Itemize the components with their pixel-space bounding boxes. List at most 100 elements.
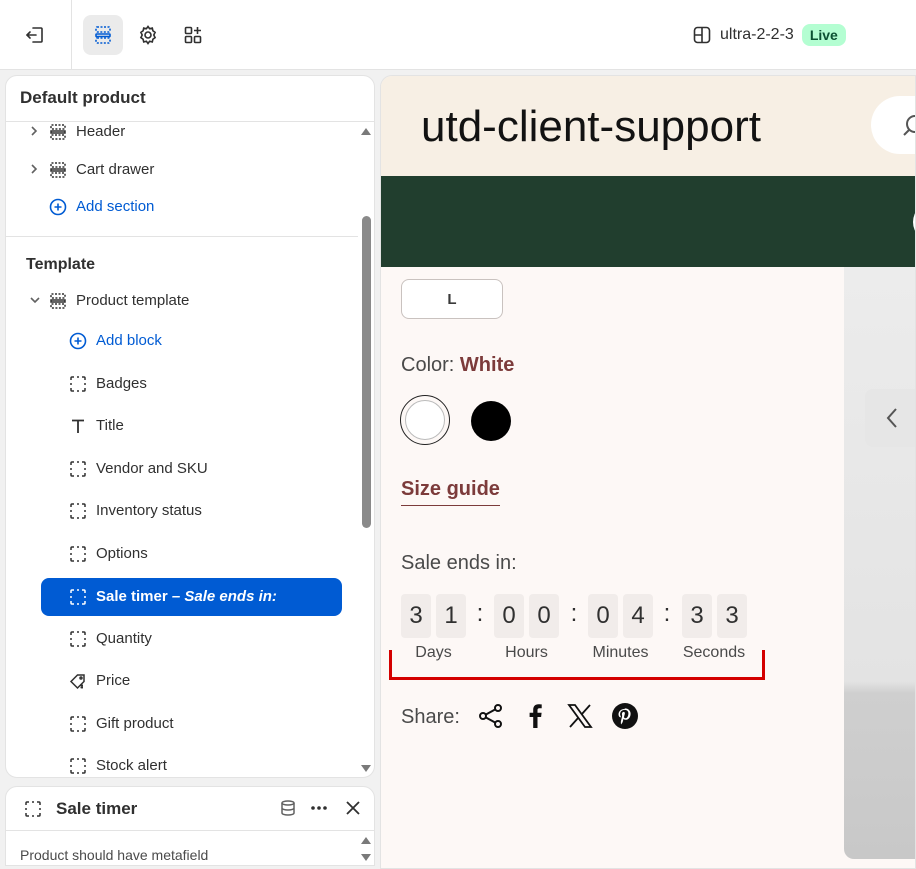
storefront-preview: utd-client-support L Color: White Size g… — [380, 75, 916, 869]
apps-button[interactable] — [173, 15, 213, 55]
size-option-button[interactable]: L — [401, 279, 503, 319]
sections-icon — [95, 26, 111, 44]
block-label: Stock alert — [96, 757, 167, 774]
highlight-annotation — [389, 650, 765, 680]
block-item-sale-timer[interactable]: Sale timer – Sale ends in: — [41, 578, 342, 616]
timer-digit: 3 — [682, 594, 712, 638]
block-item-badges[interactable]: Badges — [6, 367, 356, 401]
more-options-icon[interactable] — [309, 799, 329, 817]
chevron-left-icon — [886, 408, 897, 428]
timer-digit: 4 — [623, 594, 653, 638]
exit-button[interactable] — [15, 15, 55, 55]
page-title: Default product — [20, 88, 146, 107]
block-settings-description: Product should have metafield — [20, 847, 209, 863]
theme-settings-button[interactable] — [128, 15, 168, 55]
scroll-down-arrow-icon[interactable] — [360, 764, 372, 774]
live-status-badge: Live — [801, 24, 846, 46]
exit-icon — [26, 27, 43, 43]
block-label: Badges — [96, 375, 147, 392]
block-item-options[interactable]: Options — [6, 537, 356, 571]
scroll-down-arrow-icon[interactable] — [360, 853, 372, 863]
scroll-up-arrow-icon[interactable] — [360, 835, 372, 845]
add-section-button[interactable]: Add section — [6, 190, 356, 224]
section-label: Header — [76, 123, 126, 140]
color-swatch-black[interactable] — [471, 401, 511, 441]
app-blocks-icon — [184, 26, 202, 44]
size-guide-link[interactable]: Size guide — [401, 478, 500, 506]
section-item-product-template[interactable]: Product template — [6, 284, 356, 318]
block-icon — [70, 758, 86, 774]
database-icon[interactable] — [279, 799, 297, 817]
price-tag-icon — [69, 674, 85, 690]
block-icon — [25, 801, 41, 817]
block-item-title[interactable]: Title — [6, 409, 356, 443]
timer-digit: 0 — [529, 594, 559, 638]
section-item-cart-drawer[interactable]: Cart drawer — [6, 153, 356, 187]
block-icon — [70, 589, 86, 605]
block-item-vendor-and-sku[interactable]: Vendor and SKU — [6, 452, 356, 486]
sections-button[interactable] — [83, 15, 123, 55]
gallery-previous-button[interactable] — [865, 389, 915, 447]
timer-separator: : — [476, 600, 484, 627]
block-item-price[interactable]: Price — [6, 664, 356, 698]
template-heading: Template — [26, 256, 96, 273]
chevron-down-icon — [30, 297, 40, 304]
sale-timer-heading: Sale ends in: — [401, 552, 517, 574]
block-icon — [70, 503, 86, 519]
close-icon[interactable] — [345, 800, 361, 816]
block-icon — [70, 631, 86, 647]
block-label: Quantity — [96, 630, 152, 647]
block-suffix: – Sale ends in: — [171, 588, 277, 605]
theme-info[interactable]: ultra-2-2-3 Live — [692, 22, 846, 48]
chevron-right-icon — [31, 164, 38, 174]
timer-separator: : — [570, 600, 578, 627]
block-item-stock-alert[interactable]: Stock alert — [6, 749, 356, 777]
add-block-label: Add block — [96, 332, 162, 349]
product-image[interactable] — [844, 267, 915, 859]
section-label: Product template — [76, 292, 190, 309]
selected-block-label: Sale timer – Sale ends in: — [96, 588, 277, 605]
color-label-text: Color: — [401, 354, 455, 376]
block-label: Vendor and SKU — [96, 460, 208, 477]
section-icon — [50, 162, 66, 178]
block-label: Options — [96, 545, 148, 562]
plus-circle-icon — [69, 332, 87, 350]
block-label: Inventory status — [96, 502, 202, 519]
facebook-icon[interactable] — [522, 702, 550, 730]
block-icon — [70, 546, 86, 562]
block-item-inventory-status[interactable]: Inventory status — [6, 494, 356, 528]
theme-name: ultra-2-2-3 — [720, 26, 794, 43]
block-label: Price — [96, 672, 131, 689]
editor-topbar: ultra-2-2-3 Live — [0, 0, 916, 70]
block-item-gift-product[interactable]: Gift product — [6, 707, 356, 741]
color-swatch-white[interactable] — [400, 395, 450, 445]
section-label: Cart drawer — [76, 161, 155, 178]
x-twitter-icon[interactable] — [566, 702, 594, 730]
section-item-header[interactable]: Header — [6, 115, 356, 149]
block-settings-title: Sale timer — [56, 799, 138, 818]
scroll-up-arrow-icon[interactable] — [360, 126, 372, 136]
store-name[interactable]: utd-client-support — [421, 102, 761, 152]
title-text-icon — [72, 419, 84, 433]
search-icon — [903, 115, 915, 136]
timer-separator: : — [663, 600, 671, 627]
search-bar[interactable] — [871, 96, 915, 154]
add-block-button[interactable]: Add block — [6, 324, 356, 358]
gear-icon — [139, 25, 157, 45]
topbar-divider — [71, 0, 72, 70]
sections-panel: Default product Header Cart drawer Add s… — [5, 75, 375, 778]
timer-digit: 3 — [401, 594, 431, 638]
share-icon[interactable] — [477, 702, 505, 730]
color-option-label: Color: White — [401, 354, 514, 377]
block-label: Sale timer — [96, 588, 168, 605]
store-header: utd-client-support — [381, 76, 915, 176]
divider — [6, 236, 358, 237]
pinterest-icon[interactable] — [611, 702, 639, 730]
block-item-quantity[interactable]: Quantity — [6, 622, 356, 656]
block-icon — [70, 716, 86, 732]
section-icon — [50, 124, 66, 140]
block-settings-panel: Sale timer Product should have metafield — [5, 786, 375, 866]
block-label: Title — [96, 417, 124, 434]
scrollbar-thumb[interactable] — [362, 216, 371, 528]
timer-digit: 0 — [588, 594, 618, 638]
